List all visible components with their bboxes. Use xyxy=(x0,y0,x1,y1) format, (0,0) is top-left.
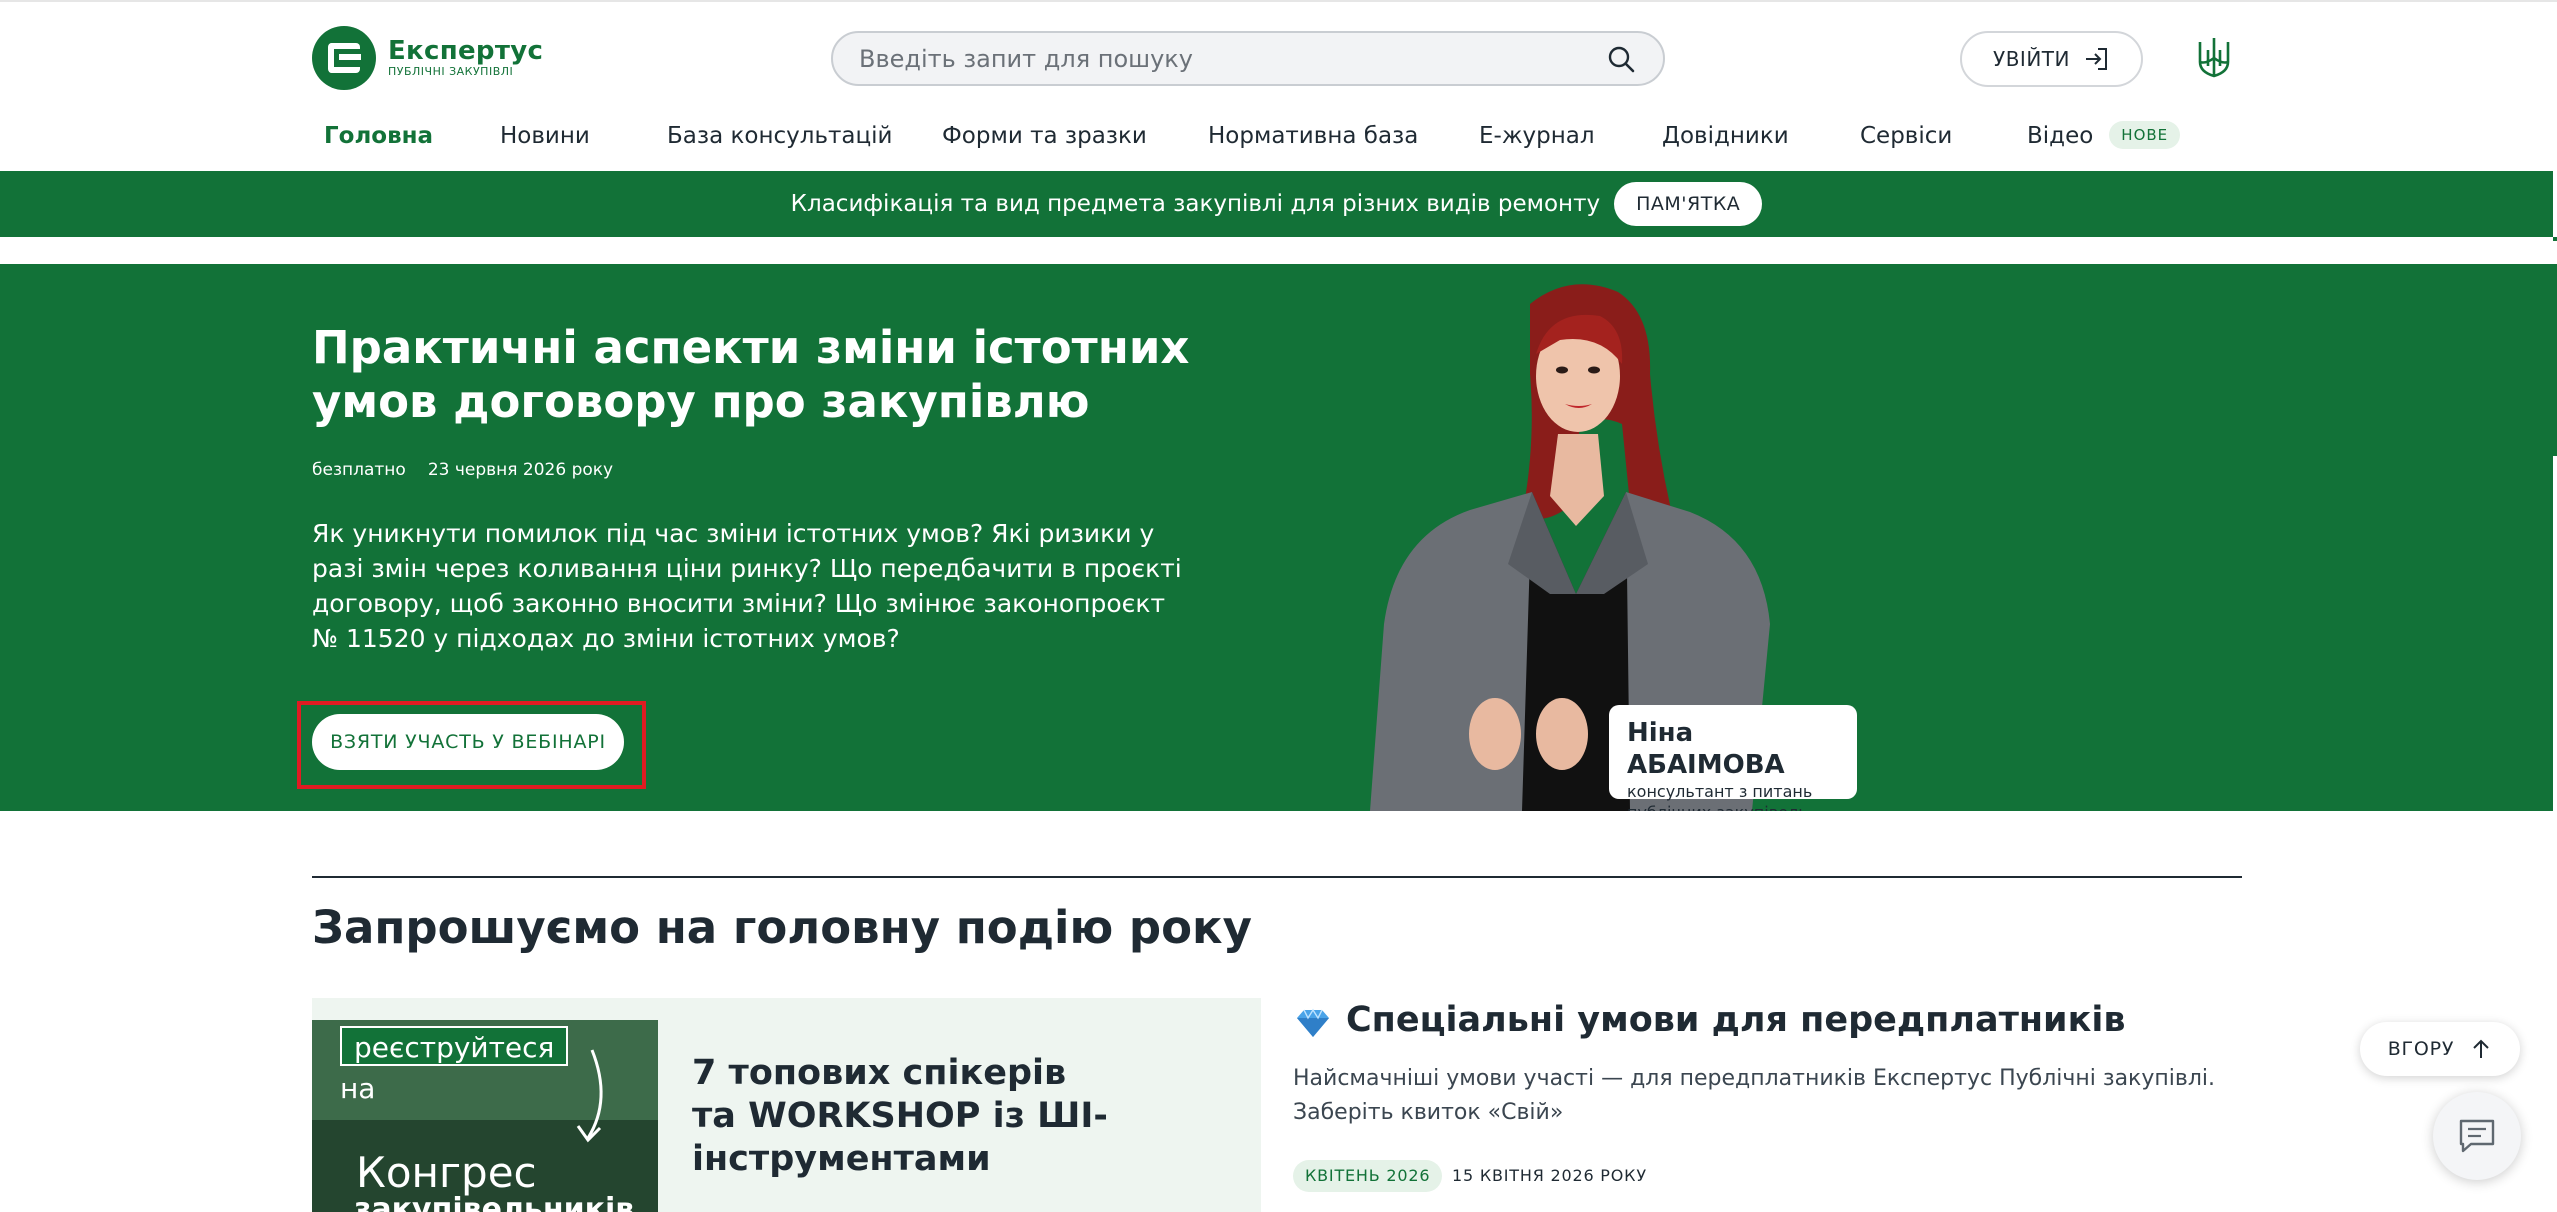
hero-price: безплатно xyxy=(312,460,406,480)
promo-date: 15 КВІТНЯ 2026 РОКУ xyxy=(1452,1166,1647,1185)
nav-item-video-label: Відео xyxy=(2027,123,2094,149)
diamond-icon xyxy=(1297,1008,1329,1037)
hero-banner: Практичні аспекти зміни істотних умов до… xyxy=(0,264,2553,811)
join-webinar-button[interactable]: ВЗЯТИ УЧАСТЬ У ВЕБІНАРІ xyxy=(312,714,624,770)
search-icon[interactable] xyxy=(1607,45,1635,73)
nav-item-regulations[interactable]: Нормативна база xyxy=(1208,118,1418,154)
event-image[interactable]: реєструйтеся на Конгрес закупівельників xyxy=(312,1020,658,1212)
speaker-role-line2: публічних закупівель xyxy=(1627,802,1839,811)
edge-mark-right xyxy=(2553,264,2557,456)
promo-text: Найсмачніші умови участі — для передплат… xyxy=(1293,1066,2215,1125)
promo-tag[interactable]: КВІТЕНЬ 2026 xyxy=(1293,1160,1443,1192)
edge-mark xyxy=(2553,237,2557,241)
nav-item-home[interactable]: Головна xyxy=(324,118,433,154)
nav-item-references[interactable]: Довідники xyxy=(1662,118,1789,154)
logo-mark-icon xyxy=(312,26,376,90)
nav-item-services[interactable]: Сервіси xyxy=(1860,118,1952,154)
hero-meta: безплатно 23 червня 2026 року xyxy=(312,460,613,480)
login-label: УВІЙТИ xyxy=(1993,47,2070,71)
event-card[interactable]: реєструйтеся на Конгрес закупівельників … xyxy=(312,998,1261,1212)
event-image-line1: на xyxy=(340,1072,376,1105)
hero-date: 23 червня 2026 року xyxy=(427,460,614,480)
search-input[interactable] xyxy=(859,33,1579,84)
section-divider xyxy=(312,876,2242,878)
nav-item-forms[interactable]: Форми та зразки xyxy=(942,118,1147,154)
back-to-top-label: ВГОРУ xyxy=(2387,1038,2455,1060)
announcement-text[interactable]: Класифікація та вид предмета закупівлі д… xyxy=(791,191,1600,217)
event-title[interactable]: 7 топових спікерів та WORKSHOP із ШІ-інс… xyxy=(692,1052,1112,1181)
back-to-top-button[interactable]: ВГОРУ xyxy=(2360,1022,2520,1076)
top-border xyxy=(0,0,2557,2)
logo[interactable]: Експертус ПУБЛІЧНІ ЗАКУПІВЛІ xyxy=(312,26,543,90)
chat-button[interactable] xyxy=(2433,1092,2521,1180)
event-image-line2: Конгрес xyxy=(356,1148,537,1197)
speaker-name: Ніна АБАІМОВА xyxy=(1627,718,1785,780)
trident-icon xyxy=(2198,38,2230,78)
event-image-tag: реєструйтеся xyxy=(340,1026,569,1066)
login-arrow-icon xyxy=(2085,48,2107,70)
hero-description: Як уникнути помилок під час зміни істотн… xyxy=(312,519,1182,653)
login-button[interactable]: УВІЙТИ xyxy=(1960,31,2143,87)
nav-item-video[interactable]: Відео НОВЕ xyxy=(2027,118,2181,154)
search-box[interactable] xyxy=(831,31,1665,86)
nav-item-ejournal[interactable]: Е-журнал xyxy=(1479,118,1595,154)
logo-subtitle: ПУБЛІЧНІ ЗАКУПІВЛІ xyxy=(388,65,514,78)
announcement-bar: Класифікація та вид предмета закупівлі д… xyxy=(0,171,2553,237)
hero-title: Практичні аспекти зміни істотних умов до… xyxy=(312,321,1190,428)
chat-icon xyxy=(2459,1119,2495,1153)
arrow-up-icon xyxy=(2473,1039,2490,1058)
section-title: Запрошуємо на головну подію року xyxy=(312,901,1252,954)
new-badge: НОВЕ xyxy=(2109,120,2181,149)
speaker-role-line1: консультант з питань xyxy=(1627,782,1813,801)
event-image-line3: закупівельників xyxy=(354,1192,635,1212)
announcement-button[interactable]: ПАМ'ЯТКА xyxy=(1614,182,1763,226)
nav-item-news[interactable]: Новини xyxy=(500,118,590,154)
speaker-card: Ніна АБАІМОВА консультант з питань публі… xyxy=(1609,705,1857,811)
promo-title[interactable]: Спеціальні умови для передплатників xyxy=(1346,998,2126,1042)
nav-item-consultations[interactable]: База консультацій xyxy=(667,118,893,154)
logo-name: Експертус xyxy=(388,36,544,66)
